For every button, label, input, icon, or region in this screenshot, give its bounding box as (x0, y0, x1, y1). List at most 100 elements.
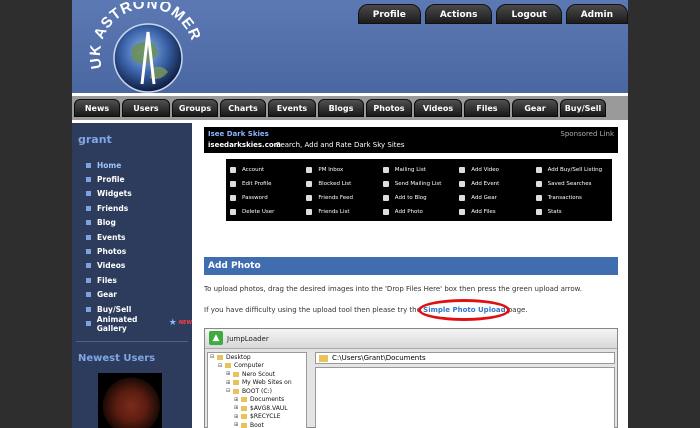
action-add-video[interactable]: Add Video (459, 163, 535, 177)
expand-toggle-icon[interactable]: ⊟ (218, 363, 225, 369)
tree-item[interactable]: ⊟ Computer (208, 362, 306, 371)
tree-item[interactable]: ⊟ Desktop (208, 353, 306, 362)
action-friends-list[interactable]: Friends List (306, 205, 382, 219)
sponsor-title[interactable]: Isee Dark Skies (208, 130, 269, 138)
nav-news[interactable]: News (74, 99, 120, 117)
folder-tree[interactable]: ⊟ Desktop ⊟ Computer ⊞ Nero Scout ⊞ My Web Site… (207, 352, 307, 428)
nav-events[interactable]: Events (268, 99, 316, 117)
action-pm-inbox[interactable]: PM Inbox (306, 163, 382, 177)
sidebar-item-blog[interactable]: Blog (86, 216, 192, 230)
nav-videos[interactable]: Videos (414, 99, 462, 117)
nav-photos[interactable]: Photos (366, 99, 412, 117)
nav-groups[interactable]: Groups (172, 99, 218, 117)
tree-item-label: Documents (250, 396, 285, 404)
inbox-icon (306, 167, 313, 173)
actions-button[interactable]: Actions (424, 4, 493, 24)
sidebar-item-videos[interactable]: Videos (86, 259, 192, 273)
red-highlight-circle (418, 299, 510, 321)
username[interactable]: grant (78, 133, 112, 146)
gear-icon (459, 195, 466, 201)
nav-gear[interactable]: Gear (512, 99, 558, 117)
uploader-title: JumpLoader (227, 335, 269, 343)
nav-charts[interactable]: Charts (220, 99, 266, 117)
sidebar-item-widgets[interactable]: Widgets (86, 187, 192, 201)
sidebar-item-profile[interactable]: Profile (86, 172, 192, 186)
action-account[interactable]: Account (230, 163, 306, 177)
upload-instructions: To upload photos, drag the desired image… (204, 285, 582, 293)
tree-item[interactable]: ⊟ BOOT (C:) (208, 387, 306, 396)
sidebar-item-files[interactable]: Files (86, 273, 192, 287)
sidebar-divider (76, 341, 188, 342)
bullet-icon (86, 162, 91, 168)
folder-icon (225, 363, 231, 369)
bullet-icon (86, 277, 91, 283)
tree-item[interactable]: ⊞ $RECYCLE (208, 413, 306, 422)
bullet-icon (86, 234, 91, 240)
folder-icon (217, 354, 223, 360)
action-mailing-list[interactable]: Mailing List (382, 163, 459, 177)
expand-toggle-icon[interactable]: ⊞ (234, 405, 241, 411)
path-field[interactable]: C:\Users\Grant\Documents (315, 352, 615, 364)
sidebar-item-photos[interactable]: Photos (86, 244, 192, 258)
tree-item[interactable]: ⊞ Boot (208, 421, 306, 428)
sidebar-item-home[interactable]: Home (86, 158, 192, 172)
profile-button[interactable]: Profile (357, 4, 421, 24)
sponsor-url[interactable]: iseedarkskies.com (208, 141, 281, 149)
action-saved-searches[interactable]: Saved Searches (535, 177, 612, 191)
sponsored-link-label: Sponsored Link (560, 130, 614, 138)
sidebar-item-animated-gallery[interactable]: Animated Gallery ★ NEW (86, 315, 192, 333)
folder-icon (241, 414, 247, 420)
action-send-mailing-list[interactable]: Send Mailing List (382, 177, 459, 191)
action-password[interactable]: Password (230, 191, 306, 205)
sidebar-menu: Home Profile Widgets Friends Blog Events… (86, 158, 192, 333)
jumploader-applet: ▲ JumpLoader ⊟ Desktop ⊟ Computer ⊞ Nero Scou… (204, 328, 618, 428)
action-add-event[interactable]: Add Event (459, 177, 535, 191)
tree-item-label: My Web Sites on (242, 379, 292, 387)
sidebar-item-gear[interactable]: Gear (86, 288, 192, 302)
admin-button[interactable]: Admin (565, 4, 628, 24)
edit-icon (230, 181, 236, 187)
file-drop-area[interactable] (315, 367, 615, 428)
nav-files[interactable]: Files (464, 99, 510, 117)
action-transactions[interactable]: Transactions (535, 191, 612, 205)
uk-astronomers-logo[interactable]: UK ASTRONOMERS (88, 2, 204, 94)
expand-toggle-icon[interactable]: ⊞ (234, 422, 241, 428)
action-add-to-blog[interactable]: Add to Blog (382, 191, 459, 205)
expand-toggle-icon[interactable]: ⊞ (234, 414, 241, 420)
calendar-icon (459, 181, 466, 187)
folder-icon (233, 380, 239, 386)
blog-icon (382, 195, 389, 201)
expand-toggle-icon[interactable]: ⊟ (210, 354, 217, 360)
tree-item[interactable]: ⊞ My Web Sites on (208, 379, 306, 388)
action-friends-feed[interactable]: Friends Feed (306, 191, 382, 205)
action-add-photo[interactable]: Add Photo (382, 205, 459, 219)
action-delete-user[interactable]: Delete User (230, 205, 306, 219)
nav-buy-sell[interactable]: Buy/Sell (560, 99, 606, 117)
action-stats[interactable]: Stats (535, 205, 612, 219)
expand-toggle-icon[interactable]: ⊞ (234, 397, 241, 403)
action-edit-profile[interactable]: Edit Profile (230, 177, 306, 191)
sidebar-item-events[interactable]: Events (86, 230, 192, 244)
sponsored-banner[interactable]: Isee Dark Skies iseedarkskies.com Search… (204, 127, 618, 153)
tree-item[interactable]: ⊞ $AVG8.VAUL (208, 404, 306, 413)
action-add-buy-sell[interactable]: Add Buy/Sell Listing (535, 163, 612, 177)
expand-toggle-icon[interactable]: ⊟ (226, 388, 233, 394)
nav-blogs[interactable]: Blogs (318, 99, 364, 117)
top-navigation: Profile Actions Logout Admin (357, 4, 628, 24)
upload-arrow-icon[interactable]: ▲ (209, 331, 223, 345)
friends-icon (306, 209, 313, 215)
expand-toggle-icon[interactable]: ⊞ (226, 371, 233, 377)
tree-item-label: Desktop (226, 353, 251, 361)
newest-user-avatar[interactable] (98, 373, 162, 428)
tree-item[interactable]: ⊞ Nero Scout (208, 370, 306, 379)
bullet-icon (86, 249, 91, 255)
folder-icon (233, 371, 239, 377)
action-add-gear[interactable]: Add Gear (459, 191, 535, 205)
nav-users[interactable]: Users (122, 99, 170, 117)
action-blocked-list[interactable]: Blocked List (306, 177, 382, 191)
logout-button[interactable]: Logout (496, 4, 562, 24)
tree-item[interactable]: ⊞ Documents (208, 396, 306, 405)
sidebar-item-friends[interactable]: Friends (86, 201, 192, 215)
expand-toggle-icon[interactable]: ⊞ (226, 380, 233, 386)
action-add-files[interactable]: Add Files (459, 205, 535, 219)
